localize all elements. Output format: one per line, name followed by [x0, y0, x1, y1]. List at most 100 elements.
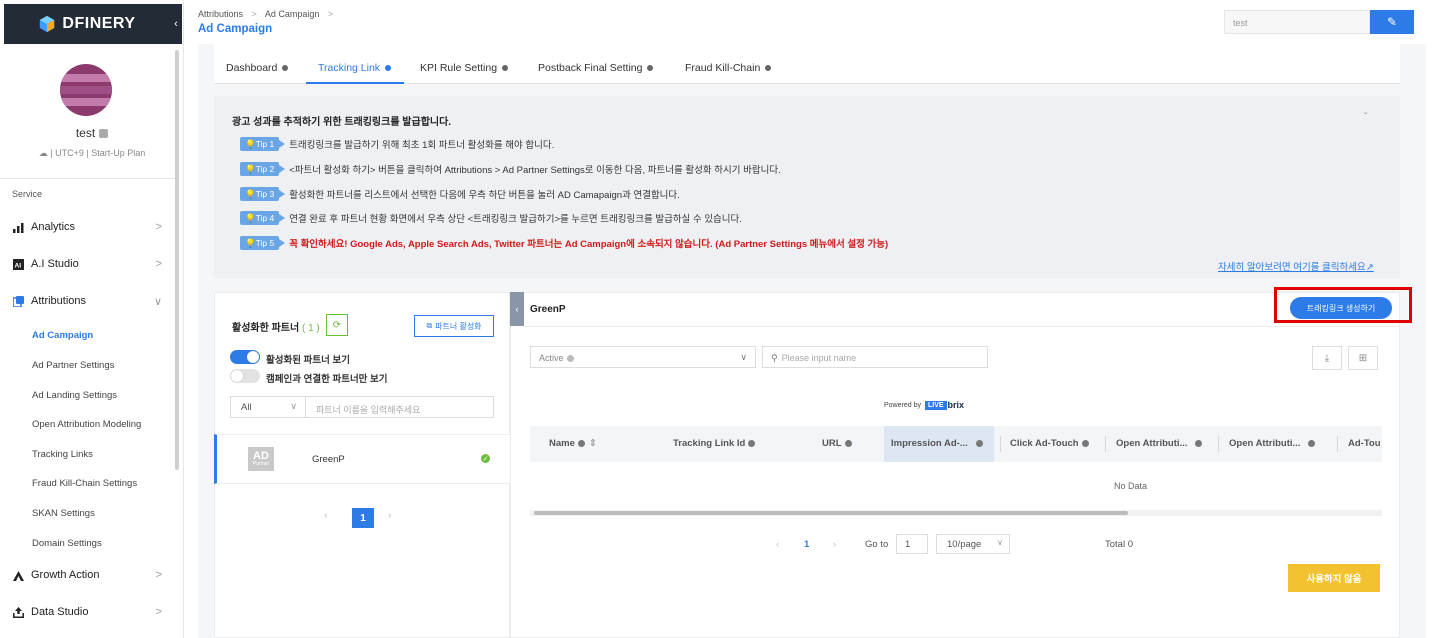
user-name: test [0, 126, 184, 140]
unused-button[interactable]: 사용하지 않음 [1288, 564, 1380, 592]
chevron-right-icon: > [155, 606, 162, 618]
page-button[interactable]: 1 [804, 539, 809, 550]
status-select[interactable]: Active ∨ [530, 346, 756, 368]
column-header-open-attribution-2[interactable]: Open Attributi... [1229, 438, 1316, 449]
sidebar-item-growth-action[interactable]: Growth Action > [12, 569, 162, 581]
info-dot-icon [748, 439, 756, 447]
tab-kpi-rule-setting[interactable]: KPI Rule Setting [420, 62, 509, 74]
info-dot-icon [765, 65, 772, 72]
activate-partner-button[interactable]: ⧉ 파트너 활성화 [414, 315, 494, 337]
horizontal-scrollbar[interactable] [534, 511, 1128, 515]
sidebar-scrollbar[interactable] [175, 50, 179, 470]
tip-badge: 💡 Tip 2 [240, 162, 286, 176]
breadcrumb-item[interactable]: Attributions [198, 9, 243, 19]
tab-postback-final-setting[interactable]: Postback Final Setting [538, 62, 654, 74]
info-dot-icon [1081, 439, 1089, 447]
learn-more-link[interactable]: 자세히 알아보려면 여기를 클릭하세요↗ [1218, 259, 1374, 273]
tip-row-warning: 💡 Tip 5 꼭 확인하세요! Google Ads, Apple Search… [240, 236, 888, 250]
next-page-icon[interactable]: › [388, 510, 391, 521]
column-header-url[interactable]: URL [822, 438, 852, 449]
campaign-linked-toggle[interactable] [230, 369, 260, 383]
column-header-open-attribution-1[interactable]: Open Attributi... [1116, 438, 1203, 449]
prev-page-icon[interactable]: ‹ [776, 539, 779, 550]
user-settings-icon[interactable] [99, 129, 109, 139]
collapse-sidebar-button[interactable]: ‹ [170, 4, 182, 44]
edit-button[interactable]: ✎ [1370, 10, 1414, 34]
breadcrumb: Attributions > Ad Campaign > [198, 9, 339, 19]
sidebar-subitem-domain-settings[interactable]: Domain Settings [32, 538, 102, 549]
tip-row: 💡 Tip 2 <파트너 활성화 하기> 버튼을 클릭하여 Attribution… [240, 162, 781, 176]
growth-icon [12, 569, 24, 581]
goto-page-input[interactable]: 1 [896, 534, 928, 554]
chevron-down-icon: ∨ [290, 401, 297, 411]
column-header-ad-touch[interactable]: Ad-Tou [1348, 438, 1381, 449]
sidebar-subitem-ad-partner-settings[interactable]: Ad Partner Settings [32, 360, 114, 371]
info-dot-icon [502, 65, 509, 72]
collapse-info-chevron-icon[interactable]: ˇ [1364, 112, 1367, 123]
create-tracking-link-button[interactable]: 트래킹링크 생성하기 [1290, 297, 1392, 319]
avatar[interactable] [60, 64, 112, 116]
column-header-impression-ad-touch[interactable]: Impression Ad-... [891, 438, 983, 449]
sidebar-item-ai-studio[interactable]: AI A.I Studio > [12, 258, 162, 270]
partner-detail-panel [510, 292, 1400, 638]
next-page-icon[interactable]: › [833, 539, 836, 550]
collapse-panel-icon[interactable]: ‹ [510, 292, 524, 326]
sort-icon[interactable]: ⇕ [589, 438, 597, 449]
total-count: Total 0 [1105, 539, 1133, 550]
detail-title: GreenP [530, 304, 566, 315]
dfinery-logo-icon [40, 15, 55, 33]
check-icon: ✓ [481, 454, 490, 463]
attribution-icon [12, 295, 24, 307]
name-search-input[interactable]: ⚲ Please input name [762, 346, 988, 368]
partner-filter-select[interactable]: All ∨ [230, 396, 306, 418]
toggle-label: 활성화된 파트너 보기 [266, 355, 350, 366]
prev-page-icon[interactable]: ‹ [324, 510, 327, 521]
sidebar: DFINERY ‹ test ☁ | UTC+9 | Start-Up Plan… [0, 0, 184, 638]
lightbulb-icon: 💡 [245, 212, 256, 223]
partner-search-input[interactable]: 파트너 이름을 입력해주세요 [306, 396, 494, 418]
sidebar-item-attributions[interactable]: Attributions ∨ [12, 295, 162, 308]
tab-tracking-link[interactable]: Tracking Link [318, 62, 392, 74]
divider [524, 326, 1400, 327]
chevron-down-icon: ∨ [997, 538, 1003, 547]
tip-badge: 💡 Tip 4 [240, 211, 286, 225]
sidebar-subitem-skan-settings[interactable]: SKAN Settings [32, 508, 95, 519]
breadcrumb-item[interactable]: Ad Campaign [265, 9, 320, 19]
upload-icon [12, 606, 24, 618]
columns-icon[interactable]: ⊞ [1348, 346, 1378, 370]
service-label: Service [12, 189, 43, 199]
chevron-down-icon: ∨ [153, 295, 162, 308]
user-meta: ☁ | UTC+9 | Start-Up Plan [38, 148, 146, 158]
lightbulb-icon: 💡 [245, 163, 256, 174]
column-header-tracking-link-id[interactable]: Tracking Link Id [673, 438, 756, 449]
breadcrumb-separator: > [327, 9, 334, 19]
tip-row: 💡 Tip 1 트래킹링크를 발급하기 위해 최초 1회 파트너 활성화를 해야 … [240, 137, 554, 151]
tab-fraud-kill-chain[interactable]: Fraud Kill-Chain [685, 62, 772, 74]
logo-bar[interactable]: DFINERY [4, 4, 170, 44]
sidebar-item-analytics[interactable]: Analytics > [12, 221, 162, 233]
sidebar-subitem-open-attribution-modeling[interactable]: Open Attribution Modeling [32, 419, 141, 430]
external-link-icon: ⧉ [426, 321, 433, 330]
lightbulb-icon: 💡 [245, 138, 256, 149]
sidebar-subitem-tracking-links[interactable]: Tracking Links [32, 449, 93, 460]
breadcrumb-separator: > [251, 9, 257, 19]
per-page-select[interactable]: 10/page ∨ [936, 534, 1010, 554]
page-title: Ad Campaign [198, 23, 273, 35]
tab-dashboard[interactable]: Dashboard [226, 62, 289, 74]
page-button[interactable]: 1 [352, 508, 374, 528]
ai-icon: AI [12, 258, 24, 270]
sidebar-item-data-studio[interactable]: Data Studio > [12, 606, 162, 618]
search-icon: ⚲ [771, 353, 778, 363]
sidebar-subitem-ad-landing-settings[interactable]: Ad Landing Settings [32, 390, 117, 401]
sidebar-subitem-fraud-kill-chain-settings[interactable]: Fraud Kill-Chain Settings [32, 478, 137, 489]
top-search-input[interactable]: test [1224, 10, 1370, 34]
goto-label: Go to [865, 539, 889, 550]
active-partners-toggle[interactable] [230, 350, 260, 364]
sidebar-subitem-ad-campaign[interactable]: Ad Campaign [32, 330, 93, 341]
column-header-click-ad-touch[interactable]: Click Ad-Touch [1010, 438, 1089, 449]
lightbulb-icon: 💡 [245, 237, 256, 248]
download-icon[interactable]: ⤓ [1312, 346, 1342, 370]
partner-name: GreenP [312, 454, 345, 465]
refresh-icon[interactable]: ⟳ [326, 314, 348, 336]
column-header-name[interactable]: Name ⇕ [549, 438, 597, 449]
